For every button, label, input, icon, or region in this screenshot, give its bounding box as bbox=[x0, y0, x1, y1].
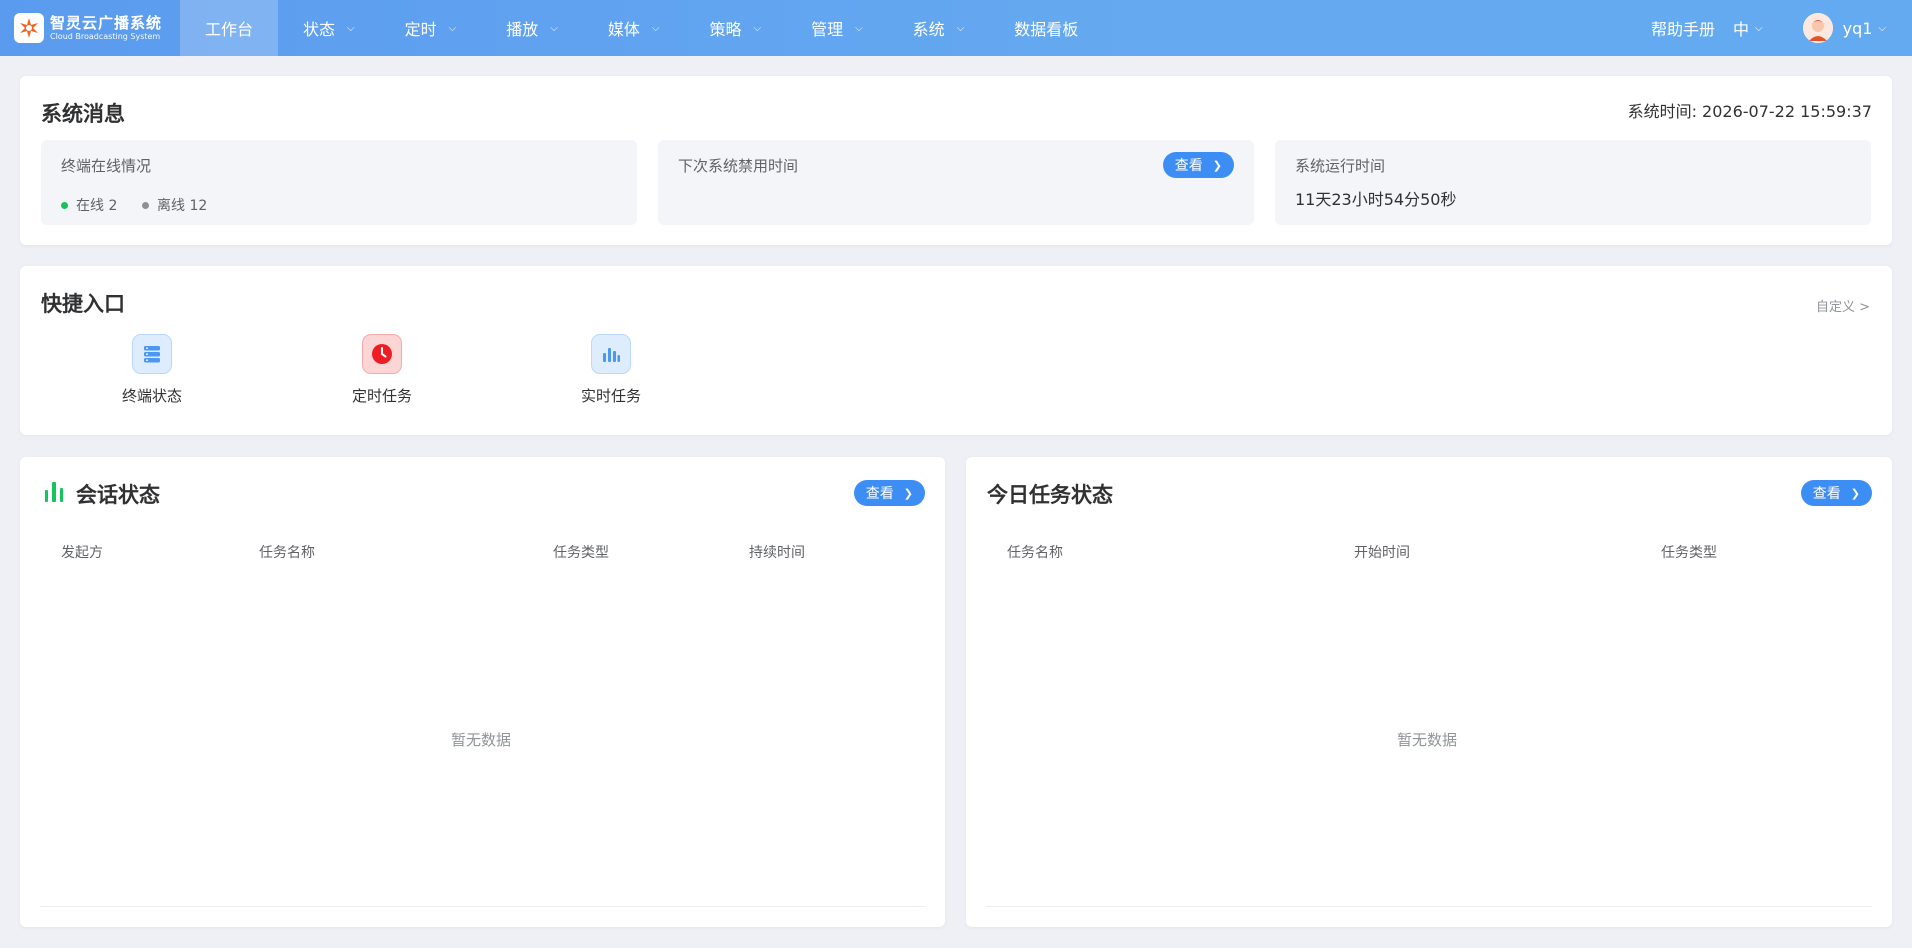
brand-logo[interactable]: 智灵云广播系统 Cloud Broadcasting System bbox=[0, 0, 180, 56]
nav-label: 工作台 bbox=[205, 20, 254, 39]
table-divider bbox=[40, 906, 925, 907]
nav-item-system[interactable]: 系统 ⌵ bbox=[888, 0, 990, 56]
column-header-task-name: 任务名称 bbox=[1007, 545, 1063, 561]
nav-label: 系统 bbox=[912, 20, 945, 39]
empty-state-text: 暂无数据 bbox=[451, 731, 512, 749]
nav-label: 播放 bbox=[506, 20, 539, 39]
today-task-status-card: 今日任务状态 查看 ❯ 任务名称 开始时间 任务类型 暂无数据 bbox=[966, 457, 1892, 927]
empty-state-text: 暂无数据 bbox=[1397, 731, 1458, 749]
quick-entry-label: 定时任务 bbox=[351, 387, 412, 405]
logo-icon bbox=[14, 13, 44, 43]
panel-label: 下次系统禁用时间 bbox=[678, 157, 799, 175]
top-nav-bar: 智灵云广播系统 Cloud Broadcasting System 工作台 状态… bbox=[0, 0, 1912, 56]
session-status-card: 会话状态 查看 ❯ 发起方 任务名称 任务类型 持续时间 暂无数据 bbox=[20, 457, 945, 927]
user-menu[interactable]: yq1 ⌵ bbox=[1802, 13, 1886, 43]
quick-entry-scheduled-task[interactable]: 定时任务 bbox=[322, 334, 442, 406]
nav-label: 数据看板 bbox=[1014, 20, 1079, 39]
next-disable-panel: 下次系统禁用时间 查看 ❯ bbox=[658, 140, 1254, 225]
nav-label: 状态 bbox=[303, 20, 336, 39]
avatar bbox=[1802, 13, 1833, 43]
system-message-card: 系统消息 系统时间: 2026-07-22 15:59:37 终端在线情况 在线… bbox=[20, 76, 1892, 245]
nav-item-media[interactable]: 媒体 ⌵ bbox=[583, 0, 685, 56]
uptime-panel: 系统运行时间 11天23小时54分50秒 bbox=[1275, 140, 1871, 225]
system-time: 系统时间: 2026-07-22 15:59:37 bbox=[1627, 102, 1872, 121]
brand-title: 智灵云广播系统 bbox=[50, 13, 163, 32]
view-disable-time-button[interactable]: 查看 ❯ bbox=[1162, 152, 1234, 178]
quick-entry-label: 实时任务 bbox=[580, 387, 641, 405]
brand-subtitle: Cloud Broadcasting System bbox=[50, 31, 161, 41]
table-divider bbox=[986, 906, 1872, 907]
language-label: 中 bbox=[1732, 20, 1749, 39]
column-header-task-name: 任务名称 bbox=[259, 545, 315, 561]
quick-entry-card: 快捷入口 自定义 > 终端状态 定时任务 实时任务 bbox=[20, 266, 1892, 435]
terminal-status-icon bbox=[132, 334, 172, 374]
nav-label: 策略 bbox=[709, 20, 742, 39]
quick-entry-terminal-status[interactable]: 终端状态 bbox=[92, 334, 212, 406]
nav-item-schedule[interactable]: 定时 ⌵ bbox=[380, 0, 482, 56]
column-header-task-type: 任务类型 bbox=[553, 545, 609, 561]
column-header-duration: 持续时间 bbox=[749, 545, 805, 561]
button-label: 查看 bbox=[1812, 485, 1841, 501]
nav-item-play[interactable]: 播放 ⌵ bbox=[481, 0, 583, 56]
nav-item-manage[interactable]: 管理 ⌵ bbox=[786, 0, 888, 56]
nav-label: 定时 bbox=[404, 20, 437, 39]
nav-item-dashboard[interactable]: 数据看板 bbox=[989, 0, 1103, 56]
terminal-online-panel: 终端在线情况 在线 2 离线 12 bbox=[41, 140, 637, 225]
card-title: 今日任务状态 bbox=[987, 483, 1113, 507]
view-sessions-button[interactable]: 查看 ❯ bbox=[853, 480, 925, 506]
chevron-down-icon: ⌵ bbox=[1755, 22, 1763, 34]
language-select[interactable]: 中 ⌵ bbox=[1733, 16, 1763, 40]
help-manual-link[interactable]: 帮助手册 bbox=[1651, 16, 1715, 40]
online-dot-icon bbox=[61, 201, 68, 209]
card-title: 会话状态 bbox=[76, 483, 160, 507]
card-title: 系统消息 bbox=[41, 102, 125, 126]
nav-label: 管理 bbox=[811, 20, 844, 39]
panel-label: 终端在线情况 bbox=[61, 157, 152, 175]
chevron-right-icon: ❯ bbox=[1850, 487, 1860, 500]
online-stat: 在线 2 bbox=[61, 195, 117, 215]
chevron-right-icon: ❯ bbox=[903, 487, 913, 500]
button-label: 查看 bbox=[1174, 157, 1203, 173]
username: yq1 bbox=[1842, 18, 1873, 38]
card-title: 快捷入口 bbox=[41, 292, 125, 316]
chevron-right-icon: ❯ bbox=[1212, 159, 1222, 172]
bar-chart-icon bbox=[45, 482, 67, 502]
quick-entry-label: 终端状态 bbox=[121, 387, 182, 405]
chevron-down-icon: ⌵ bbox=[651, 22, 660, 34]
chevron-down-icon: ⌵ bbox=[347, 22, 355, 34]
nav-item-strategy[interactable]: 策略 ⌵ bbox=[684, 0, 786, 56]
chevron-down-icon: ⌵ bbox=[855, 22, 863, 34]
column-header-start-time: 开始时间 bbox=[1354, 545, 1410, 561]
panel-label: 系统运行时间 bbox=[1295, 157, 1386, 175]
offline-dot-icon bbox=[142, 201, 149, 209]
offline-count: 离线 12 bbox=[157, 198, 208, 214]
chevron-down-icon: ⌵ bbox=[1878, 22, 1886, 34]
clock-icon bbox=[362, 334, 402, 374]
main-nav: 工作台 状态 ⌵ 定时 ⌵ 播放 ⌵ 媒体 ⌵ 策略 ⌵ 管理 ⌵ 系统 ⌵ 数据看板 bbox=[180, 0, 1103, 56]
nav-item-status[interactable]: 状态 ⌵ bbox=[278, 0, 380, 56]
chevron-down-icon: ⌵ bbox=[448, 22, 457, 34]
uptime-value: 11天23小时54分50秒 bbox=[1295, 190, 1457, 209]
nav-item-workbench[interactable]: 工作台 bbox=[180, 0, 279, 56]
offline-stat: 离线 12 bbox=[142, 195, 207, 215]
chevron-down-icon: ⌵ bbox=[956, 22, 965, 34]
customize-link[interactable]: 自定义 > bbox=[1816, 296, 1870, 315]
chevron-down-icon: ⌵ bbox=[550, 22, 558, 34]
quick-entry-realtime-task[interactable]: 实时任务 bbox=[551, 334, 671, 406]
nav-label: 媒体 bbox=[607, 20, 640, 39]
online-count: 在线 2 bbox=[76, 198, 118, 214]
column-header-initiator: 发起方 bbox=[61, 545, 103, 561]
button-label: 查看 bbox=[865, 485, 894, 501]
column-header-task-type: 任务类型 bbox=[1661, 545, 1717, 561]
chevron-down-icon: ⌵ bbox=[753, 22, 762, 34]
bar-chart-icon bbox=[591, 334, 631, 374]
view-today-tasks-button[interactable]: 查看 ❯ bbox=[1800, 480, 1872, 506]
